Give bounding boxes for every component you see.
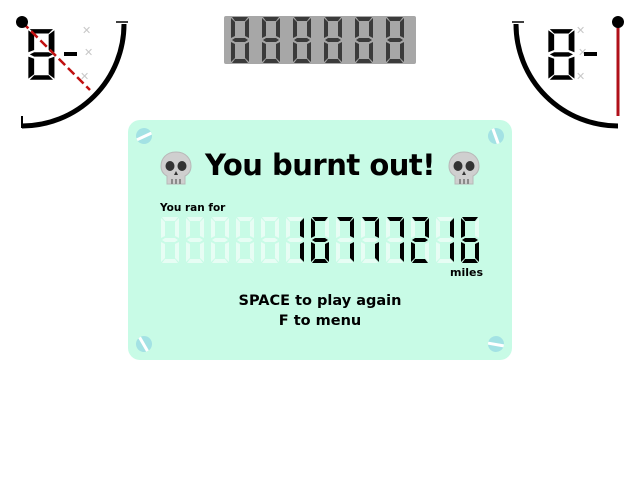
gauge-arc [21,23,127,129]
screw-icon [485,125,507,147]
screw-icon [486,334,506,354]
distance-ghost-digit [161,217,179,263]
screw-icon [133,125,155,147]
play-again-instruction: SPACE to play again [238,293,402,309]
distance-ghost-digit [261,217,279,263]
game-over-panel: You burnt out! You ran for miles SPACE t… [128,120,512,360]
odometer-digit [386,17,404,63]
menu-instruction: F to menu [278,313,362,329]
odometer-digit [231,17,249,63]
miles-label: miles [450,266,484,279]
game-screen: ✕ ✕ ✕ ✕ ✕ ✕ You burnt out! You ran for m… [0,0,640,480]
distance-ghost-digit [211,217,229,263]
top-odometer [224,16,416,64]
gauge-needle [21,21,91,91]
left-gauge: ✕ ✕ ✕ [14,16,134,136]
distance-display [158,216,484,264]
distance-ghost-digit [236,217,254,263]
gauge-arc [513,23,619,129]
gauge-dash [64,52,77,56]
ran-for-label: You ran for [160,202,226,214]
gauge-digit-eight [28,29,55,80]
right-gauge: ✕ ✕ ✕ [506,16,626,136]
screw-icon [133,333,155,355]
gauge-dash [584,52,597,56]
odometer-digit [293,17,311,63]
svg-text:✕: ✕ [576,70,585,83]
skull-icon [448,151,480,185]
odometer-digit [262,17,280,63]
odometer-digit [324,17,342,63]
svg-text:✕: ✕ [576,24,585,37]
gauge-pivot [612,16,624,28]
gauge-digit-eight [548,29,575,80]
svg-text:✕: ✕ [84,46,93,59]
svg-text:✕: ✕ [82,24,91,37]
distance-ghost-digit [186,217,204,263]
gauge-ticks: ✕ ✕ ✕ [80,24,93,83]
odometer-digit [355,17,373,63]
gauge-pivot [16,16,28,28]
